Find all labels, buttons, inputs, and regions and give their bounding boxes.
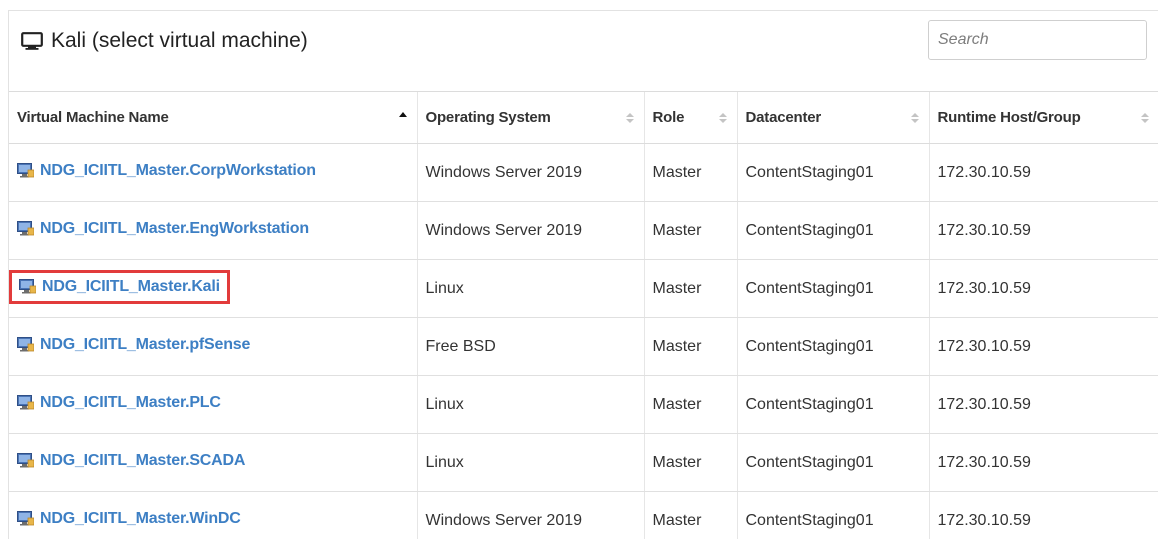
column-header-operating-system[interactable]: Operating System bbox=[416, 91, 644, 144]
sort-ascending-icon[interactable] bbox=[398, 111, 407, 124]
vm-name-link[interactable]: NDG_ICIITL_Master.Kali bbox=[9, 269, 230, 304]
table-row[interactable]: NDG_ICIITL_Master.EngWorkstation Windows … bbox=[9, 201, 1158, 260]
cell-vm-name: NDG_ICIITL_Master.Kali bbox=[9, 259, 417, 318]
table-row[interactable]: NDG_ICIITL_Master.PLC Linux Master ContentS… bbox=[9, 375, 1158, 434]
vm-select-panel: Kali (select virtual machine) Virtual Ma… bbox=[8, 10, 1158, 539]
column-label: Virtual Machine Name bbox=[17, 109, 169, 126]
vm-name-text: NDG_ICIITL_Master.PLC bbox=[40, 393, 221, 411]
vm-icon bbox=[17, 395, 34, 410]
cell-datacenter: ContentStaging01 bbox=[736, 201, 929, 260]
cell-vm-name: NDG_ICIITL_Master.pfSense bbox=[9, 317, 417, 376]
cell-role: Master bbox=[643, 317, 737, 376]
cell-operating-system: Windows Server 2019 bbox=[416, 491, 644, 539]
cell-role: Master bbox=[643, 433, 737, 492]
cell-operating-system: Linux bbox=[416, 259, 644, 318]
column-header-datacenter[interactable]: Datacenter bbox=[736, 91, 929, 144]
vm-icon bbox=[17, 337, 34, 352]
cell-operating-system: Windows Server 2019 bbox=[416, 201, 644, 260]
sort-icon[interactable] bbox=[1141, 112, 1149, 124]
table-row[interactable]: NDG_ICIITL_Master.pfSense Free BSD Master C… bbox=[9, 317, 1158, 376]
vm-name-link[interactable]: NDG_ICIITL_Master.CorpWorkstation bbox=[17, 162, 316, 180]
search-input[interactable] bbox=[928, 20, 1147, 60]
column-header-role[interactable]: Role bbox=[643, 91, 737, 144]
vm-name-text: NDG_ICIITL_Master.CorpWorkstation bbox=[40, 161, 316, 179]
cell-datacenter: ContentStaging01 bbox=[736, 433, 929, 492]
cell-datacenter: ContentStaging01 bbox=[736, 259, 929, 318]
vm-icon bbox=[17, 453, 34, 468]
page-title: Kali (select virtual machine) bbox=[21, 29, 308, 53]
vm-table: Virtual Machine Name Operating System Ro… bbox=[9, 91, 1158, 539]
vm-name-link[interactable]: NDG_ICIITL_Master.PLC bbox=[17, 394, 221, 412]
cell-operating-system: Linux bbox=[416, 433, 644, 492]
vm-name-text: NDG_ICIITL_Master.Kali bbox=[42, 277, 220, 295]
cell-role: Master bbox=[643, 375, 737, 434]
cell-role: Master bbox=[643, 259, 737, 318]
cell-operating-system: Linux bbox=[416, 375, 644, 434]
cell-role: Master bbox=[643, 201, 737, 260]
vm-name-link[interactable]: NDG_ICIITL_Master.SCADA bbox=[17, 452, 245, 470]
vm-icon bbox=[17, 221, 34, 236]
table-row[interactable]: NDG_ICIITL_Master.Kali Linux Master Content… bbox=[9, 259, 1158, 318]
table-row[interactable]: NDG_ICIITL_Master.SCADA Linux Master Conten… bbox=[9, 433, 1158, 492]
column-header-vm-name[interactable]: Virtual Machine Name bbox=[9, 91, 417, 144]
cell-runtime-host: 172.30.10.59 bbox=[928, 375, 1158, 434]
cell-runtime-host: 172.30.10.59 bbox=[928, 491, 1158, 539]
cell-datacenter: ContentStaging01 bbox=[736, 143, 929, 202]
cell-vm-name: NDG_ICIITL_Master.CorpWorkstation bbox=[9, 143, 417, 202]
vm-name-link[interactable]: NDG_ICIITL_Master.EngWorkstation bbox=[17, 220, 309, 238]
cell-vm-name: NDG_ICIITL_Master.SCADA bbox=[9, 433, 417, 492]
vm-name-text: NDG_ICIITL_Master.EngWorkstation bbox=[40, 219, 309, 237]
cell-datacenter: ContentStaging01 bbox=[736, 375, 929, 434]
column-header-runtime-host[interactable]: Runtime Host/Group bbox=[928, 91, 1158, 144]
vm-icon bbox=[19, 279, 36, 294]
vm-name-text: NDG_ICIITL_Master.SCADA bbox=[40, 451, 246, 469]
vm-icon bbox=[17, 163, 34, 178]
cell-runtime-host: 172.30.10.59 bbox=[928, 201, 1158, 260]
vm-name-link[interactable]: NDG_ICIITL_Master.WinDC bbox=[17, 510, 241, 528]
column-label: Datacenter bbox=[745, 109, 822, 126]
cell-vm-name: NDG_ICIITL_Master.WinDC bbox=[9, 491, 417, 539]
cell-operating-system: Windows Server 2019 bbox=[416, 143, 644, 202]
sort-icon[interactable] bbox=[625, 112, 634, 124]
sort-icon[interactable] bbox=[910, 112, 919, 124]
cell-runtime-host: 172.30.10.59 bbox=[928, 317, 1158, 376]
column-label: Runtime Host/Group bbox=[937, 109, 1081, 126]
cell-operating-system: Free BSD bbox=[416, 317, 644, 376]
table-header-row: Virtual Machine Name Operating System Ro… bbox=[9, 91, 1158, 144]
cell-runtime-host: 172.30.10.59 bbox=[928, 433, 1158, 492]
table-row[interactable]: NDG_ICIITL_Master.WinDC Windows Server 20… bbox=[9, 491, 1158, 539]
monitor-icon bbox=[21, 32, 43, 50]
panel-header: Kali (select virtual machine) bbox=[9, 11, 1158, 91]
cell-runtime-host: 172.30.10.59 bbox=[928, 259, 1158, 318]
cell-role: Master bbox=[643, 143, 737, 202]
vm-name-text: NDG_ICIITL_Master.WinDC bbox=[40, 509, 241, 527]
cell-datacenter: ContentStaging01 bbox=[736, 317, 929, 376]
vm-name-text: NDG_ICIITL_Master.pfSense bbox=[40, 335, 251, 353]
page-title-text: Kali (select virtual machine) bbox=[51, 29, 308, 52]
table-row[interactable]: NDG_ICIITL_Master.CorpWorkstation Windows… bbox=[9, 143, 1158, 202]
cell-vm-name: NDG_ICIITL_Master.EngWorkstation bbox=[9, 201, 417, 260]
cell-runtime-host: 172.30.10.59 bbox=[928, 143, 1158, 202]
column-label: Role bbox=[652, 109, 685, 126]
sort-icon[interactable] bbox=[718, 112, 727, 124]
vm-table-body: NDG_ICIITL_Master.CorpWorkstation Windows… bbox=[9, 143, 1158, 539]
vm-name-link[interactable]: NDG_ICIITL_Master.pfSense bbox=[17, 336, 250, 354]
cell-vm-name: NDG_ICIITL_Master.PLC bbox=[9, 375, 417, 434]
vm-icon bbox=[17, 511, 34, 526]
cell-datacenter: ContentStaging01 bbox=[736, 491, 929, 539]
cell-role: Master bbox=[643, 491, 737, 539]
column-label: Operating System bbox=[425, 109, 551, 126]
